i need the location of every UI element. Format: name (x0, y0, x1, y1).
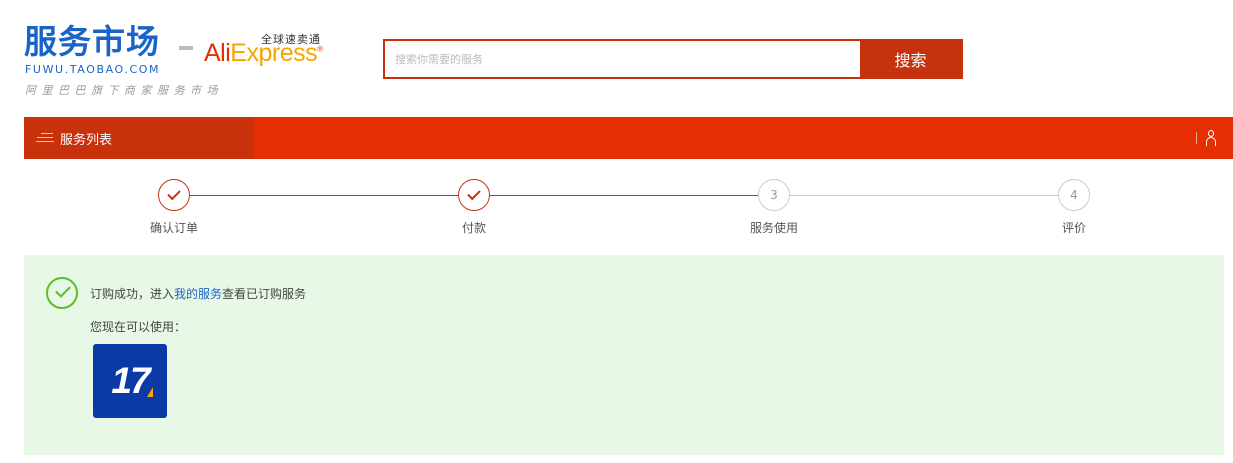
success-suffix: 查看已订购服务 (222, 287, 307, 301)
user-area (1196, 129, 1217, 147)
menu-lines-icon (36, 131, 54, 145)
order-progress: 确认订单 付款 3 服务使用 4 评价 (0, 159, 1233, 255)
check-icon (467, 186, 481, 201)
aliexpress-logo: AliExpress® (204, 39, 323, 68)
user-icon[interactable] (1205, 129, 1217, 147)
search-button[interactable]: 搜索 (860, 41, 961, 77)
step-4-label: 评价 (1061, 221, 1086, 235)
step-connector-1 (190, 195, 458, 196)
logo-tagline: 阿里巴巴旗下商家服务市场 (25, 84, 223, 97)
main-nav: 服务列表 (24, 117, 1233, 159)
success-check-icon (46, 277, 78, 309)
aliexpress-express: Express (230, 39, 318, 67)
step-3-circle: 3 (758, 179, 790, 211)
logo-separator (179, 46, 193, 50)
step-4-circle: 4 (1058, 179, 1090, 211)
logo-url: FUWU.TAOBAO.COM (25, 63, 161, 76)
service-list-label: 服务列表 (60, 132, 113, 148)
logo-title: 服务市场 (24, 22, 160, 61)
registered-mark: ® (317, 44, 323, 54)
search-bar: 搜索 (383, 39, 963, 79)
app-tile-logo: 17 (111, 360, 150, 401)
nav-divider (1196, 132, 1197, 144)
my-services-link[interactable]: 我的服务 (174, 287, 222, 301)
step-1-circle (158, 179, 190, 211)
step-connector-3 (790, 195, 1058, 196)
service-list-menu[interactable]: 服务列表 (24, 117, 254, 159)
available-label: 您现在可以使用： (90, 320, 187, 334)
aliexpress-ali: Ali (204, 39, 231, 67)
step-connector-2 (490, 195, 758, 196)
app-17track-tile[interactable]: 17 (93, 344, 167, 418)
step-2-circle (458, 179, 490, 211)
success-prefix: 订购成功，进入 (90, 287, 175, 301)
search-input[interactable] (385, 41, 860, 77)
site-logo[interactable]: 服务市场 FUWU.TAOBAO.COM 阿里巴巴旗下商家服务市场 全球速卖通 … (24, 24, 334, 104)
step-3-label: 服务使用 (749, 221, 798, 235)
header: 服务市场 FUWU.TAOBAO.COM 阿里巴巴旗下商家服务市场 全球速卖通 … (0, 0, 1233, 117)
order-success-panel: 订购成功，进入我的服务查看已订购服务 您现在可以使用： 17 (24, 255, 1224, 455)
success-message: 订购成功，进入我的服务查看已订购服务 (90, 285, 306, 302)
step-2-label: 付款 (461, 221, 486, 235)
check-icon (167, 186, 181, 201)
step-1-label: 确认订单 (149, 221, 198, 235)
app-tile-accent (147, 387, 153, 397)
